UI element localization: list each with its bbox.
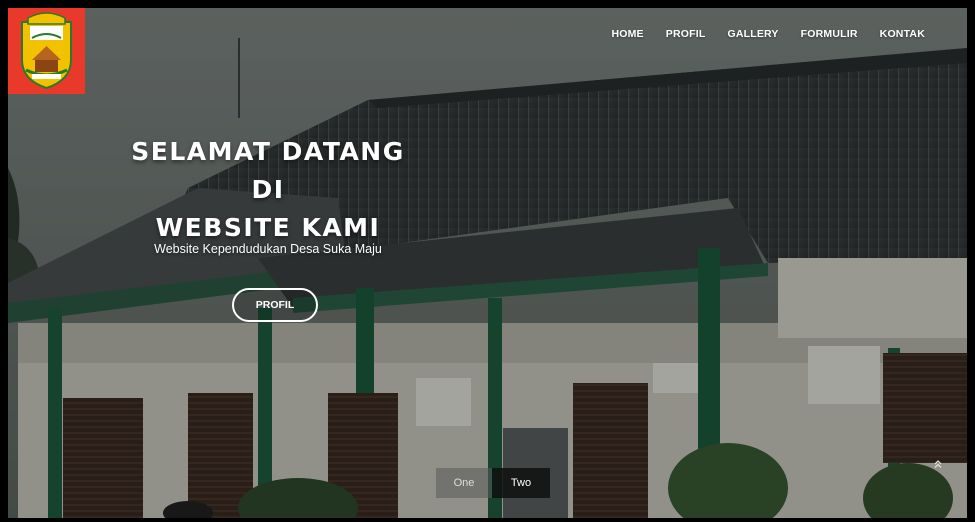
slider-tab-one[interactable]: One bbox=[436, 468, 492, 498]
site-logo[interactable] bbox=[8, 8, 85, 94]
regency-emblem-icon bbox=[21, 12, 72, 90]
hero-subtitle: Website Kependudukan Desa Suka Maju bbox=[154, 242, 382, 256]
scroll-top-button[interactable] bbox=[932, 458, 944, 470]
hero-headline: SELAMAT DATANG DI WEBSITE KAMI bbox=[118, 133, 418, 247]
nav-item-kontak[interactable]: KONTAK bbox=[880, 28, 925, 40]
chevron-double-up-icon bbox=[934, 460, 942, 468]
profil-button[interactable]: PROFIL bbox=[232, 288, 318, 322]
hero-headline-line1: SELAMAT DATANG DI bbox=[131, 137, 405, 204]
nav-item-home[interactable]: HOME bbox=[611, 28, 643, 40]
page-frame: HOME PROFIL GALLERY FORMULIR KONTAK SELA… bbox=[8, 8, 967, 518]
nav-item-gallery[interactable]: GALLERY bbox=[727, 28, 778, 40]
main-nav: HOME PROFIL GALLERY FORMULIR KONTAK bbox=[611, 28, 925, 40]
slider-tabs: One Two bbox=[436, 468, 550, 498]
nav-item-profil[interactable]: PROFIL bbox=[666, 28, 706, 40]
slider-tab-two[interactable]: Two bbox=[492, 468, 550, 498]
nav-item-formulir[interactable]: FORMULIR bbox=[801, 28, 858, 40]
hero-overlay bbox=[8, 8, 967, 518]
